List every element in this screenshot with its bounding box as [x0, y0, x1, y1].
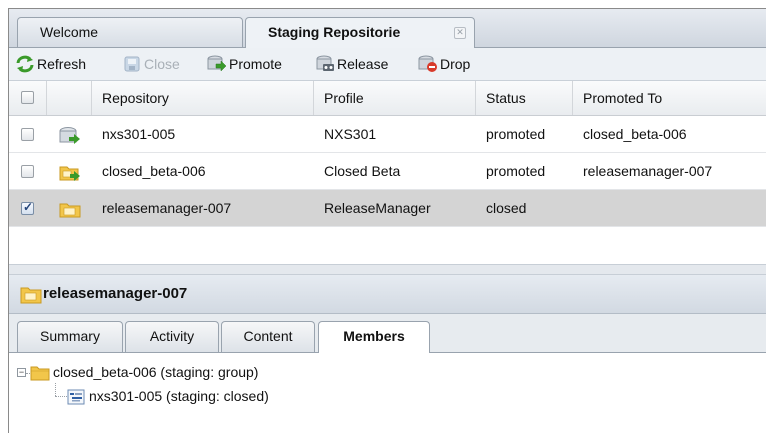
- tree-node-group[interactable]: closed_beta-006 (staging: group): [53, 364, 258, 380]
- detail-header: releasemanager-007: [9, 275, 766, 314]
- cell-promoted-to: [573, 190, 766, 226]
- cell-status: promoted: [486, 163, 546, 179]
- repository-leaf-icon: [67, 389, 85, 405]
- staging-window: Welcome Staging Repositorie ✕ Refresh Cl…: [8, 8, 766, 433]
- collapse-icon[interactable]: −: [17, 368, 26, 377]
- tab-welcome-label: Welcome: [40, 24, 99, 40]
- panel-splitter[interactable]: [9, 264, 766, 275]
- release-icon: [316, 55, 334, 71]
- cell-status: promoted: [486, 126, 546, 142]
- tree-connector: [55, 383, 56, 396]
- detail-title: releasemanager-007: [43, 285, 188, 302]
- header-icon-cell: [47, 81, 92, 115]
- header-checkbox-cell: [9, 81, 47, 115]
- drop-icon: [418, 55, 437, 72]
- checkmark-icon: ✓: [23, 200, 34, 214]
- group-folder-icon: [59, 203, 81, 218]
- close-repo-icon: [124, 56, 140, 72]
- main-tab-bar: Welcome Staging Repositorie ✕: [9, 9, 766, 48]
- cell-repository: releasemanager-007: [102, 200, 232, 216]
- tab-summary[interactable]: Summary: [17, 321, 123, 352]
- refresh-icon: [16, 55, 34, 73]
- promote-label: Promote: [229, 56, 282, 72]
- cell-profile: NXS301: [324, 126, 377, 142]
- release-label: Release: [337, 56, 389, 72]
- tab-welcome[interactable]: Welcome: [17, 17, 243, 47]
- cell-repository: nxs301-005: [102, 126, 176, 142]
- toolbar: Refresh Close Promote Release Drop: [9, 48, 766, 81]
- folder-icon: [30, 366, 50, 381]
- close-label: Close: [144, 56, 180, 72]
- detail-tab-bar: Summary Activity Content Members: [9, 314, 766, 353]
- tab-activity[interactable]: Activity: [125, 321, 219, 352]
- tab-staging-repositories[interactable]: Staging Repositorie ✕: [245, 17, 475, 48]
- tab-close-icon[interactable]: ✕: [454, 27, 466, 39]
- tab-content[interactable]: Content: [221, 321, 315, 352]
- row-checkbox[interactable]: ✓: [21, 200, 34, 215]
- group-folder-icon: [20, 287, 42, 304]
- cell-profile: Closed Beta: [324, 163, 401, 179]
- tree-connector: [55, 396, 67, 397]
- table-row[interactable]: nxs301-005 NXS301 promoted closed_beta-0…: [9, 116, 766, 153]
- cell-profile: ReleaseManager: [324, 200, 431, 216]
- tree-node-leaf[interactable]: nxs301-005 (staging: closed): [89, 388, 269, 404]
- col-status[interactable]: Status: [476, 81, 573, 115]
- repository-icon: [59, 127, 80, 144]
- promote-icon: [207, 55, 227, 72]
- table-row[interactable]: closed_beta-006 Closed Beta promoted rel…: [9, 153, 766, 190]
- grid-header: Repository Profile Status Promoted To: [9, 81, 766, 116]
- cell-status: closed: [486, 200, 527, 216]
- col-promoted-to[interactable]: Promoted To: [573, 81, 766, 115]
- tab-staging-label: Staging Repositorie: [268, 24, 401, 40]
- select-all-checkbox[interactable]: [21, 91, 34, 104]
- refresh-label: Refresh: [37, 56, 87, 72]
- row-checkbox[interactable]: [21, 128, 34, 141]
- cell-promoted-to: releasemanager-007: [583, 163, 713, 179]
- group-folder-icon: [59, 166, 80, 181]
- tab-members[interactable]: Members: [318, 321, 430, 353]
- col-repository[interactable]: Repository: [92, 81, 314, 115]
- row-checkbox[interactable]: [21, 165, 34, 178]
- cell-repository: closed_beta-006: [102, 163, 206, 179]
- members-tree: − closed_beta-006 (staging: group) nxs30…: [9, 353, 766, 433]
- table-row[interactable]: ✓ releasemanager-007 ReleaseManager clos…: [9, 190, 766, 227]
- col-profile[interactable]: Profile: [314, 81, 476, 115]
- drop-label: Drop: [440, 56, 471, 72]
- cell-promoted-to: closed_beta-006: [583, 126, 687, 142]
